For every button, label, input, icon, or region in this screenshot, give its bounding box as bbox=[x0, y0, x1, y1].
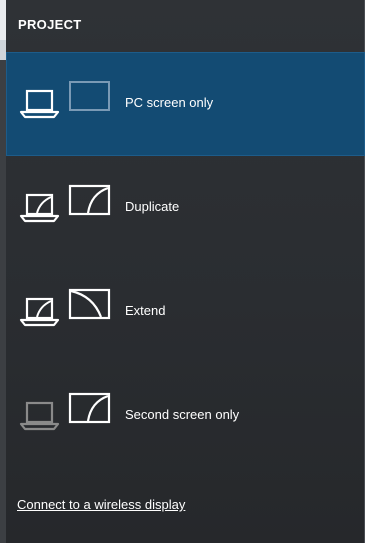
project-panel: PROJECT PC screen only Duplicate Extend … bbox=[6, 0, 365, 543]
extend-icon bbox=[19, 288, 111, 327]
option-label: Second screen only bbox=[125, 407, 240, 422]
option-duplicate[interactable]: Duplicate bbox=[6, 156, 365, 260]
second-screen-only-icon bbox=[19, 392, 111, 431]
panel-title: PROJECT bbox=[18, 17, 82, 32]
pc-screen-only-icon bbox=[19, 81, 110, 119]
option-label: PC screen only bbox=[125, 95, 214, 110]
option-extend[interactable]: Extend bbox=[6, 260, 365, 364]
option-label: Duplicate bbox=[125, 199, 180, 214]
duplicate-icon bbox=[19, 184, 111, 223]
option-pc-screen-only[interactable]: PC screen only bbox=[6, 52, 365, 156]
option-label: Extend bbox=[125, 303, 166, 318]
connect-wireless-display-link[interactable]: Connect to a wireless display bbox=[17, 497, 185, 512]
option-second-screen-only[interactable]: Second screen only bbox=[6, 364, 365, 468]
